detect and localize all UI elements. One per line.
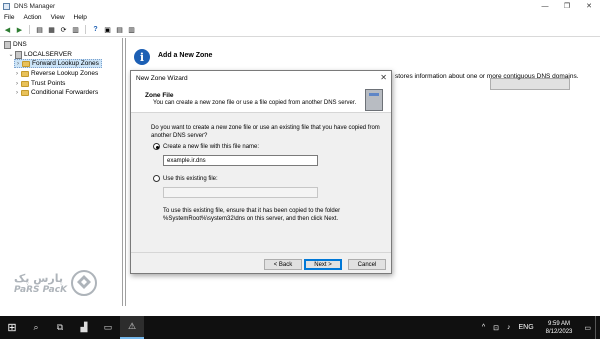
task-view-icon[interactable]: ⧉	[48, 316, 72, 339]
collapse-arrow-icon[interactable]: ⌄	[8, 51, 14, 58]
create-new-file-option[interactable]: Create a new file with this file name:	[153, 143, 259, 150]
clock[interactable]: 9:59 AM 8/12/2023	[546, 320, 573, 336]
server-manager-icon[interactable]: ▟	[72, 316, 96, 339]
create-new-file-label: Create a new file with this file name:	[163, 143, 260, 150]
wizard-question: Do you want to create a new zone file or…	[151, 125, 380, 139]
menu-help[interactable]: Help	[74, 14, 87, 21]
tree-item-label: Trust Points	[31, 80, 66, 87]
parspack-watermark: پارس پک PaRS PacK	[14, 270, 98, 296]
close-icon[interactable]: ✕	[380, 73, 387, 82]
window-title: DNS Manager	[14, 2, 56, 10]
radio-selected-icon[interactable]	[153, 143, 160, 150]
clock-date: 8/12/2023	[545, 328, 573, 335]
info-icon: i	[134, 49, 150, 65]
expand-arrow-icon[interactable]: ›	[14, 81, 20, 87]
toolbar-divider	[85, 25, 86, 34]
close-window-button[interactable]: ✕	[578, 0, 600, 12]
file-explorer-icon[interactable]: ▭	[96, 316, 120, 339]
server-icon[interactable]: ▤	[115, 25, 124, 34]
server-icon	[15, 50, 22, 59]
search-icon[interactable]: ⌕	[24, 316, 48, 339]
maximize-button[interactable]: ❐	[556, 0, 578, 12]
use-existing-file-label: Use this existing file:	[163, 175, 218, 182]
watermark-text-en: PaRS PacK	[14, 284, 68, 295]
folder-icon	[21, 70, 29, 77]
notifications-icon[interactable]: ▭	[584, 324, 591, 332]
console-tree: DNS ⌄ LOCALSERVER › Forward Lookup Zones…	[0, 38, 123, 306]
taskbar: ⊞ ⌕ ⧉ ▟ ▭ ⚠ ^ ⊡ ♪ ENG 9:59 AM 8/12/2023 …	[0, 316, 600, 339]
parspack-logo-icon	[71, 270, 98, 296]
watermark-text-fa: پارس پک	[14, 271, 63, 285]
details-title: Add a New Zone	[158, 52, 213, 59]
zone-icon[interactable]: ▥	[127, 25, 136, 34]
menu-file[interactable]: File	[4, 14, 14, 21]
tree-item-conditional-forwarders[interactable]: › Conditional Forwarders	[14, 88, 98, 97]
dns-manager-taskbar-icon[interactable]: ⚠	[120, 316, 144, 339]
menu-action[interactable]: Action	[23, 14, 41, 21]
show-desktop-button[interactable]	[595, 316, 600, 339]
expand-arrow-icon[interactable]: ›	[15, 61, 21, 67]
tree-item-reverse-lookup-zones[interactable]: › Reverse Lookup Zones	[14, 69, 98, 78]
tree-item-label: Conditional Forwarders	[31, 89, 99, 96]
next-button[interactable]: Next >	[304, 259, 342, 270]
tree-item-label: Forward Lookup Zones	[32, 60, 99, 67]
existing-file-note: To use this existing file, ensure that i…	[163, 208, 341, 222]
dns-manager-app-icon	[3, 2, 10, 10]
network-icon[interactable]: ⊡	[493, 324, 499, 332]
dialog-title: New Zone Wizard	[136, 74, 188, 82]
wizard-header: Zone File You can create a new zone file…	[131, 85, 391, 113]
server-wizard-icon	[365, 89, 383, 111]
clock-time: 9:59 AM	[548, 320, 571, 327]
tree-item-label: LOCALSERVER	[24, 51, 72, 58]
tree-item-server[interactable]: ⌄ LOCALSERVER	[8, 50, 72, 59]
tree-item-trust-points[interactable]: › Trust Points	[14, 79, 65, 88]
expand-arrow-icon[interactable]: ›	[14, 71, 20, 77]
new-file-name-input[interactable]: example.ir.dns	[163, 155, 318, 166]
wizard-header-description: You can create a new zone file or use a …	[153, 100, 357, 106]
input-language[interactable]: ENG	[519, 324, 534, 331]
details-text: stores information about one or more con…	[395, 73, 579, 80]
wizard-header-title: Zone File	[145, 92, 174, 99]
expand-arrow-icon[interactable]: ›	[14, 90, 20, 96]
tree-item-label: DNS	[13, 41, 27, 48]
menu-bar: File Action View Help	[0, 12, 600, 23]
toolbar-divider	[29, 25, 30, 34]
window-controls: — ❐ ✕	[534, 0, 600, 12]
folder-icon	[21, 80, 29, 87]
windows-start-icon[interactable]: ⊞	[0, 316, 24, 339]
existing-file-input[interactable]	[163, 187, 318, 198]
system-tray: ^ ⊡ ♪ ENG 9:59 AM 8/12/2023 ▭	[478, 316, 600, 339]
export-list-icon[interactable]: ▥	[71, 25, 80, 34]
new-zone-wizard-dialog: New Zone Wizard ✕ Zone File You can crea…	[130, 70, 392, 274]
show-tree-icon[interactable]: ▤	[35, 25, 44, 34]
help-icon[interactable]: ?	[91, 25, 100, 34]
menu-view[interactable]: View	[51, 14, 65, 21]
back-arrow-icon[interactable]: ◀	[3, 25, 12, 34]
volume-icon[interactable]: ♪	[507, 324, 511, 331]
refresh-icon[interactable]: ⟳	[59, 25, 68, 34]
dialog-title-bar: New Zone Wizard ✕	[131, 71, 391, 85]
back-button[interactable]: < Back	[264, 259, 302, 270]
dialog-divider	[131, 252, 391, 253]
folder-icon	[22, 60, 30, 67]
tree-item-forward-lookup-zones[interactable]: › Forward Lookup Zones	[14, 59, 102, 68]
forward-arrow-icon[interactable]: ▶	[15, 25, 24, 34]
tree-item-dns[interactable]: DNS	[3, 40, 27, 49]
dns-icon	[4, 40, 11, 49]
use-existing-file-option[interactable]: Use this existing file:	[153, 175, 218, 182]
tree-item-label: Reverse Lookup Zones	[31, 70, 99, 77]
list-view-icon[interactable]: ▦	[47, 25, 56, 34]
properties-icon[interactable]: ▣	[103, 25, 112, 34]
show-hidden-icons-caret[interactable]: ^	[482, 324, 485, 331]
title-bar: DNS Manager — ❐ ✕	[0, 0, 600, 12]
minimize-button[interactable]: —	[534, 0, 556, 12]
radio-unselected-icon[interactable]	[153, 175, 160, 182]
folder-icon	[21, 89, 29, 96]
toolbar: ◀ ▶ ▤ ▦ ⟳ ▥ ? ▣ ▤ ▥	[0, 23, 600, 37]
cancel-button[interactable]: Cancel	[348, 259, 386, 270]
